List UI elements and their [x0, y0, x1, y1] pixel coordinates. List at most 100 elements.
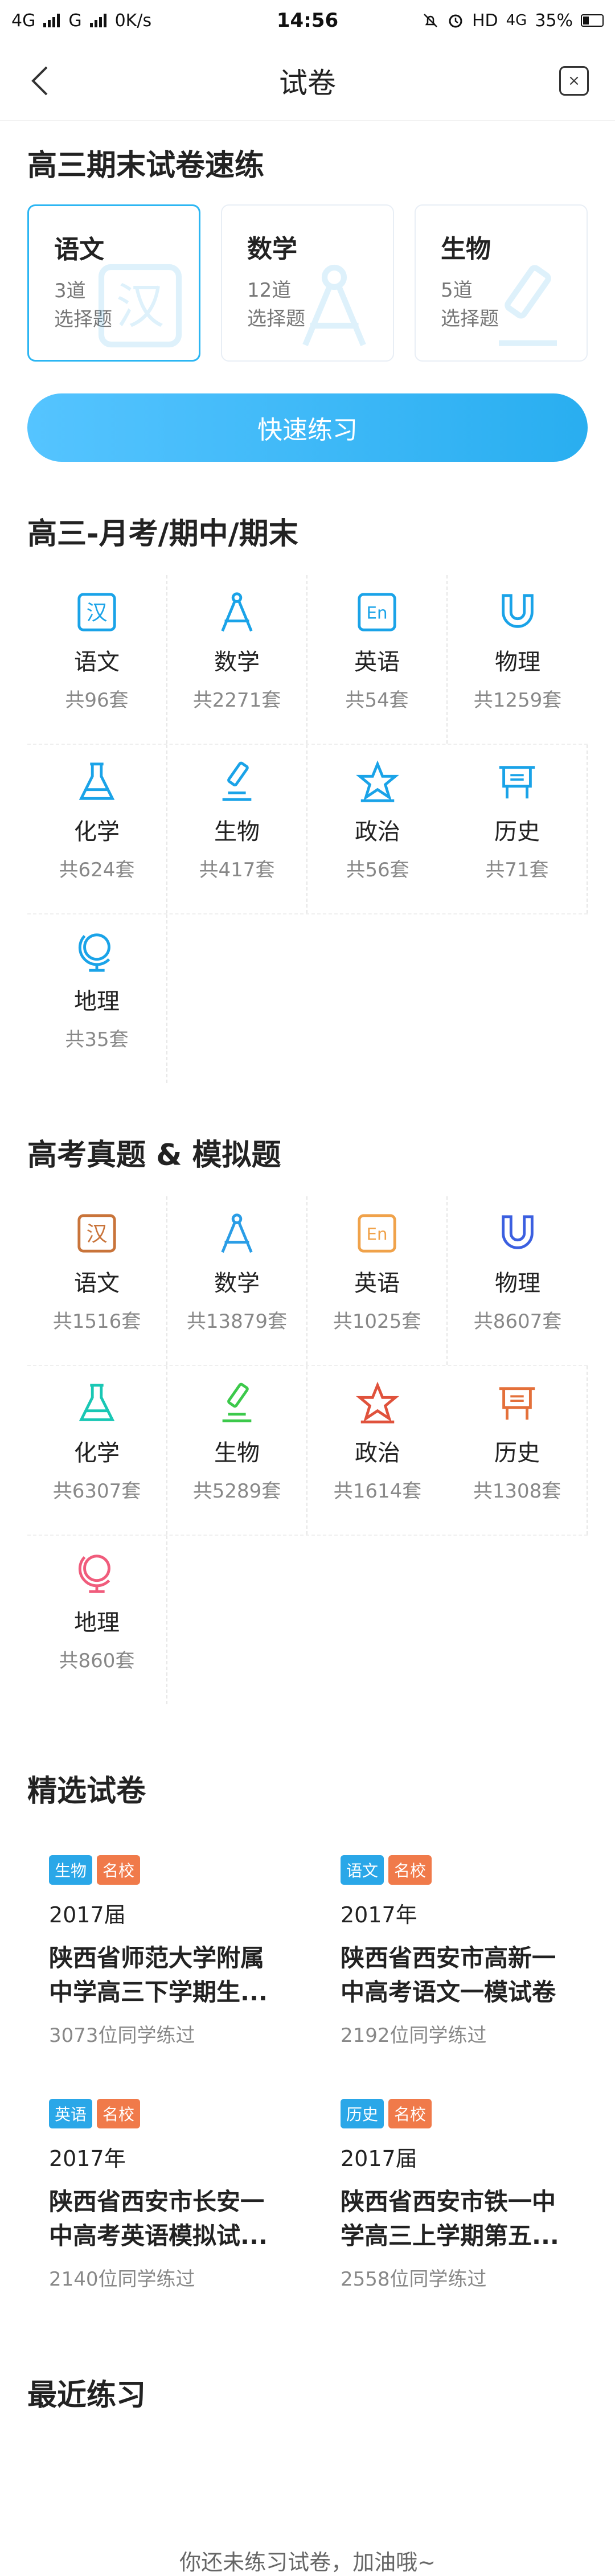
status-left: 4G G 0K/s	[11, 11, 151, 31]
paper-title-line2: 中学高三下学期生...	[49, 1978, 268, 2006]
page-title: 试卷	[279, 66, 336, 100]
subject-count: 共624套	[59, 859, 135, 881]
subject-count: 共417套	[199, 859, 275, 881]
subject-count: 共96套	[65, 689, 129, 712]
navbar: 试卷 ×	[0, 41, 615, 121]
section-title-papers: 精选试卷	[27, 1774, 146, 1808]
svg-text:En: En	[366, 604, 387, 623]
section-title-quick: 高三期末试卷速练	[27, 149, 265, 183]
paper-title-line2: 中高考英语模拟试...	[49, 2222, 268, 2250]
subject-tag: 历史	[341, 2099, 384, 2128]
subject-cell-huaxue[interactable]: 化学 共6307套	[27, 1366, 167, 1535]
paper-title-line2: 中高考语文一模试卷	[341, 1978, 556, 2006]
subject-cell-shengwu[interactable]: 生物 共5289套	[167, 1366, 308, 1535]
elite-school-tag: 名校	[388, 2099, 432, 2128]
paper-tags: 历史 名校	[341, 2099, 588, 2128]
battery-icon	[581, 14, 604, 27]
paper-count: 3073位同学练过	[49, 2024, 195, 2047]
subject-count: 共1259套	[473, 689, 562, 712]
subject-cell-yuwen[interactable]: 汉 语文 共1516套	[27, 1196, 167, 1365]
star-icon	[356, 760, 399, 802]
paper-title: 陕西省西安市长安一 中高考英语模拟试...	[49, 2185, 296, 2253]
paper-title-line1: 陕西省西安市高新一	[341, 1944, 556, 1972]
subject-cell-shuxue[interactable]: 数学 共13879套	[167, 1196, 308, 1365]
compass-icon	[302, 264, 366, 346]
subject-name: 地理	[74, 988, 120, 1015]
network-label: 4G	[11, 10, 36, 31]
quick-practice-section: 高三期末试卷速练 语文 3道 选择题 汉 数学 12道 选择题 生物 5道 选择…	[0, 121, 615, 462]
microscope-icon	[499, 265, 557, 346]
monthly-grid: 汉 语文 共96套 数学 共2271套 En 英语 共54套 物理 共1259套…	[27, 575, 588, 1083]
subject-count: 共1614套	[333, 1480, 422, 1503]
subject-cell-shuxue[interactable]: 数学 共2271套	[167, 575, 308, 744]
magnet-icon	[502, 1215, 534, 1249]
subject-cell-dili[interactable]: 地理 共35套	[27, 914, 167, 1083]
svg-text:汉: 汉	[86, 601, 107, 625]
signal-icon	[89, 14, 106, 27]
alarm-icon	[449, 14, 462, 28]
subject-cell-lishi[interactable]: 历史 共1308套	[448, 1366, 588, 1535]
compass-icon	[221, 592, 253, 632]
star-icon	[356, 1381, 399, 1424]
subject-cell-zhengzhi[interactable]: 政治 共1614套	[308, 1366, 448, 1535]
paper-item[interactable]: 语文 名校 2017年 陕西省西安市高新一 中高考语文一模试卷 2192位同学练…	[319, 1855, 588, 2048]
paper-item[interactable]: 英语 名校 2017年 陕西省西安市长安一 中高考英语模拟试... 2140位同…	[27, 2099, 296, 2291]
paper-title-line1: 陕西省师范大学附属	[49, 1944, 265, 1972]
svg-text:En: En	[366, 1225, 387, 1244]
close-icon: ×	[568, 72, 580, 89]
subject-cell-yingyu[interactable]: En 英语 共54套	[308, 575, 448, 744]
en-icon: En	[358, 593, 396, 631]
close-button[interactable]: ×	[559, 65, 589, 96]
lte-label: 4G	[506, 12, 527, 29]
subject-tag: 生物	[49, 1855, 93, 1885]
han-icon: 汉	[77, 593, 116, 631]
microscope-icon	[222, 1383, 252, 1422]
subject-cell-zhengzhi[interactable]: 政治 共56套	[308, 745, 448, 913]
subject-count: 共1308套	[473, 1480, 561, 1503]
quick-card-yuwen[interactable]: 语文 3道 选择题 汉	[27, 204, 200, 362]
subject-count: 共2271套	[192, 689, 281, 712]
paper-title-line2: 学高三上学期第五...	[341, 2222, 559, 2250]
subject-cell-yingyu[interactable]: En 英语 共1025套	[308, 1196, 448, 1365]
quick-card-shuxue[interactable]: 数学 12道 选择题	[221, 204, 394, 362]
subject-count: 共54套	[345, 689, 409, 712]
quick-practice-button[interactable]: 快速练习	[27, 393, 588, 462]
subject-count: 共71套	[485, 859, 549, 881]
speed-label: 0K/s	[114, 10, 152, 31]
subject-name: 语文	[74, 649, 120, 675]
featured-papers: 生物 名校 2017届 陕西省师范大学附属 中学高三下学期生... 3073位同…	[27, 1855, 588, 2291]
paper-item[interactable]: 历史 名校 2017届 陕西省西安市铁一中 学高三上学期第五... 2558位同…	[319, 2099, 588, 2291]
subject-cell-huaxue[interactable]: 化学 共624套	[27, 745, 167, 913]
subject-name: 历史	[494, 1440, 540, 1466]
paper-title: 陕西省师范大学附属 中学高三下学期生...	[49, 1941, 296, 2009]
paper-title: 陕西省西安市高新一 中高考语文一模试卷	[341, 1941, 588, 2009]
subject-name: 生物	[214, 819, 260, 845]
subject-name: 英语	[354, 649, 400, 675]
carrier-label: G	[68, 10, 82, 31]
flask-icon	[79, 1384, 115, 1421]
subject-name: 物理	[495, 1270, 540, 1297]
subject-cell-wuli[interactable]: 物理 共8607套	[448, 1196, 588, 1365]
subject-name: 数学	[214, 649, 260, 675]
subject-cell-yuwen[interactable]: 汉 语文 共96套	[27, 575, 167, 744]
quick-cards: 语文 3道 选择题 汉 数学 12道 选择题 生物 5道 选择题	[0, 184, 615, 362]
mute-bell-icon	[424, 14, 437, 27]
svg-text:汉: 汉	[86, 1222, 107, 1246]
subject-tag: 语文	[341, 1855, 384, 1885]
section-title-recent: 最近练习	[27, 2378, 146, 2413]
subject-cell-shengwu[interactable]: 生物 共417套	[167, 745, 308, 913]
paper-item[interactable]: 生物 名校 2017届 陕西省师范大学附属 中学高三下学期生... 3073位同…	[27, 1855, 296, 2048]
subject-name: 物理	[495, 649, 540, 675]
quick-card-shengwu[interactable]: 生物 5道 选择题	[415, 204, 588, 362]
paper-title-line1: 陕西省西安市长安一	[49, 2188, 265, 2216]
back-button[interactable]	[26, 66, 54, 95]
en-icon: En	[358, 1214, 396, 1253]
paper-tags: 英语 名校	[49, 2099, 296, 2128]
elite-school-tag: 名校	[388, 1855, 432, 1885]
subject-cell-lishi[interactable]: 历史 共71套	[448, 745, 588, 913]
subject-cell-dili[interactable]: 地理 共860套	[27, 1536, 167, 1704]
subject-name: 数学	[214, 1270, 260, 1297]
subject-name: 语文	[74, 1270, 120, 1297]
battery-percent: 35%	[535, 10, 573, 31]
subject-cell-wuli[interactable]: 物理 共1259套	[448, 575, 588, 744]
